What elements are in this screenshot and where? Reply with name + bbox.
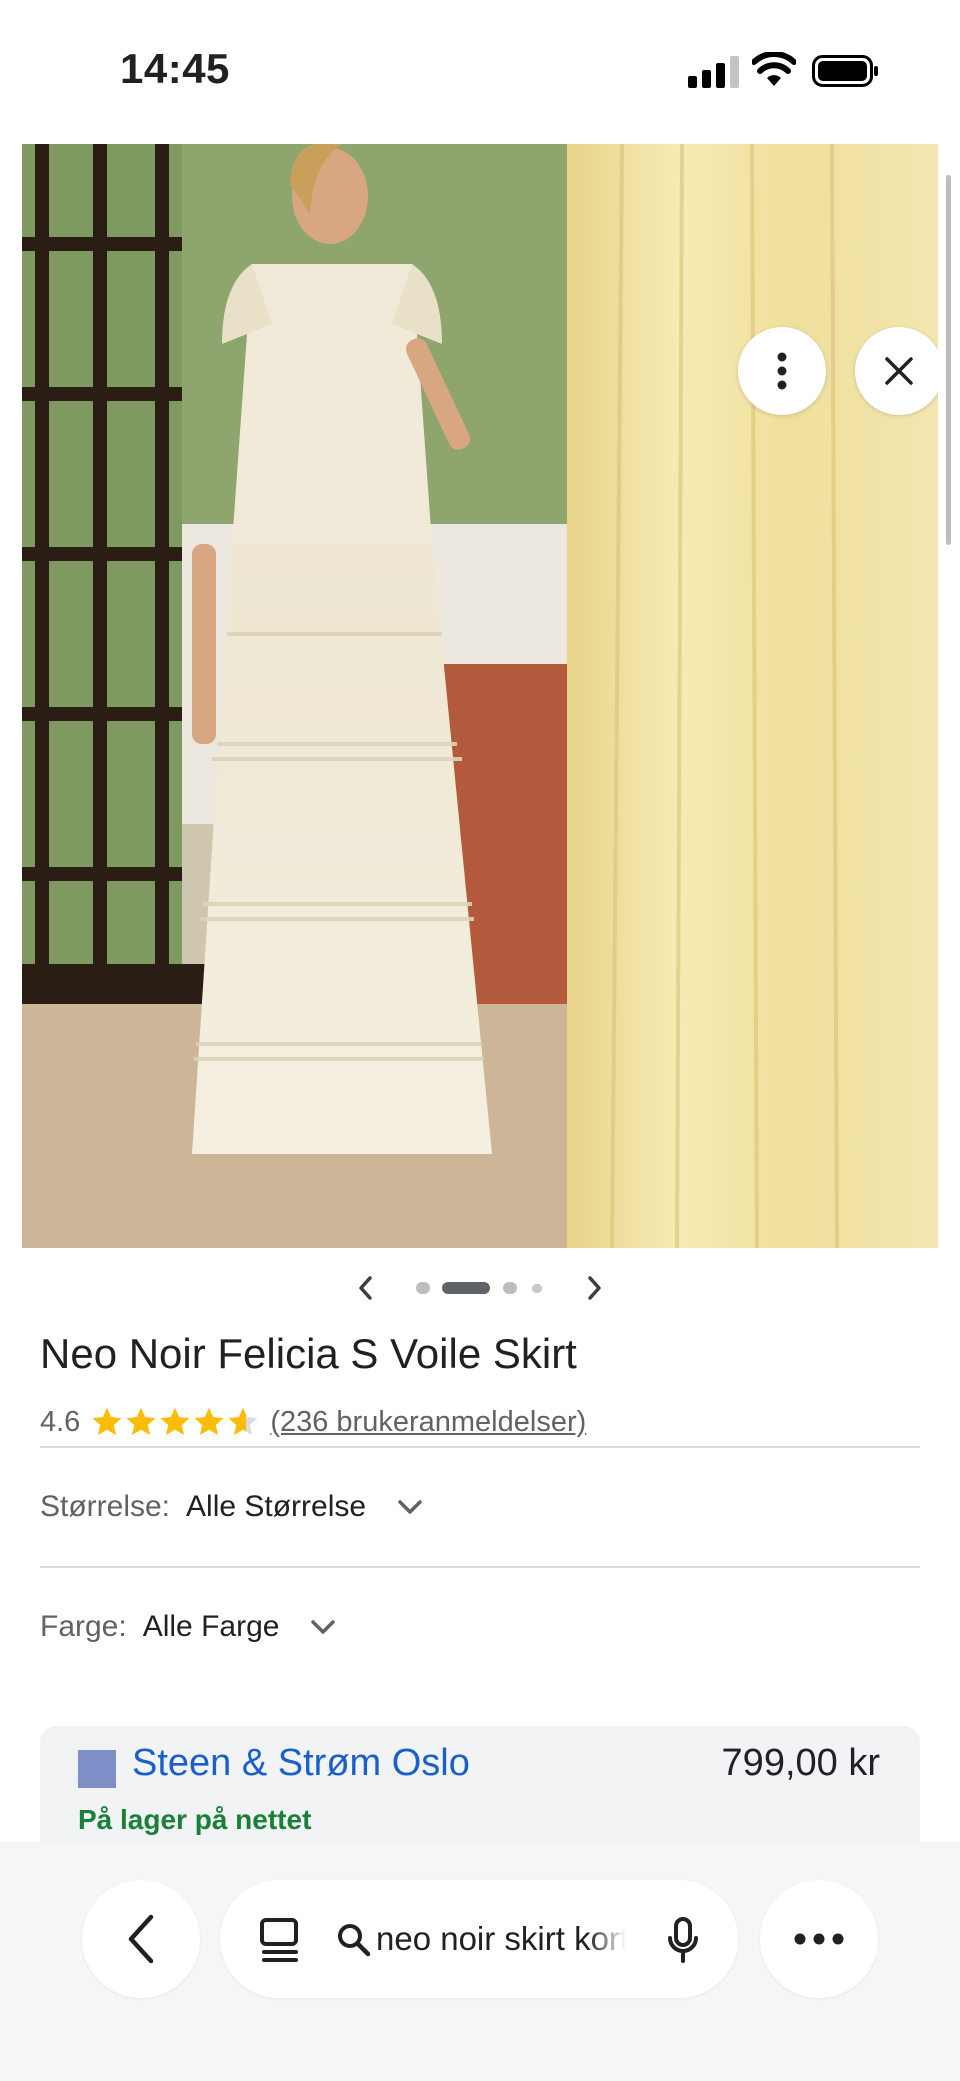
stock-status: På lager på nettet	[78, 1804, 312, 1835]
half-star-icon	[228, 1407, 258, 1436]
microphone-icon[interactable]	[666, 1916, 700, 1964]
wifi-icon	[752, 52, 796, 86]
chevron-right-icon	[588, 1276, 601, 1300]
image-scrollbar[interactable]	[946, 175, 951, 545]
divider	[40, 1566, 920, 1568]
status-bar: 14:45	[0, 0, 960, 142]
back-button[interactable]	[82, 1880, 200, 1998]
product-title: Neo Noir Felicia S Voile Skirt	[40, 1330, 577, 1377]
rating-row: 4.6 (236 brukeranmeldelser)	[40, 1402, 586, 1442]
size-filter-value: Alle Størrelse	[186, 1490, 367, 1523]
tabs-icon[interactable]	[258, 1916, 302, 1964]
chevron-left-icon	[128, 1914, 154, 1964]
star-icon	[194, 1407, 224, 1436]
chevron-down-icon	[311, 1620, 336, 1634]
size-filter-dropdown[interactable]: Størrelse: Alle Størrelse	[40, 1482, 424, 1532]
divider	[40, 1446, 920, 1448]
product-photo	[22, 144, 938, 1248]
close-button[interactable]	[855, 327, 938, 415]
color-filter-value: Alle Farge	[142, 1610, 280, 1643]
star-icon	[92, 1407, 122, 1436]
store-offer-card[interactable]: Steen & Strøm Oslo 799,00 kr På lager på…	[40, 1726, 920, 1846]
more-options-button[interactable]	[738, 327, 826, 415]
bottom-toolbar: neo noir skirt kort	[0, 1842, 960, 2081]
star-icon	[160, 1407, 190, 1436]
cellular-signal-icon	[688, 56, 739, 88]
chevron-down-icon	[398, 1500, 422, 1514]
star-rating	[90, 1405, 260, 1439]
rating-value: 4.6	[40, 1405, 81, 1438]
carousel-dot[interactable]	[532, 1284, 542, 1293]
chevron-left-icon	[359, 1276, 372, 1300]
store-logo	[78, 1750, 116, 1788]
search-bar[interactable]: neo noir skirt kort	[220, 1880, 738, 1998]
more-options-icon	[777, 352, 787, 390]
search-icon	[338, 1924, 371, 1957]
more-horizontal-icon	[794, 1933, 844, 1945]
search-query-text[interactable]: neo noir skirt kort	[376, 1920, 626, 1958]
reviews-link[interactable]: (236 brukeranmeldelser)	[270, 1406, 586, 1439]
color-filter-label: Farge:	[40, 1610, 127, 1643]
product-image[interactable]	[22, 144, 938, 1248]
image-carousel-pager	[350, 1266, 610, 1310]
carousel-dot[interactable]	[416, 1282, 430, 1294]
close-icon	[885, 357, 913, 385]
next-image-button[interactable]	[578, 1272, 610, 1304]
star-icon	[126, 1407, 156, 1436]
more-menu-button[interactable]	[760, 1880, 878, 1998]
battery-icon	[812, 55, 878, 87]
carousel-dot-active[interactable]	[442, 1282, 490, 1294]
offer-price: 799,00 kr	[721, 1742, 880, 1784]
color-filter-dropdown[interactable]: Farge: Alle Farge	[40, 1602, 337, 1652]
status-time: 14:45	[120, 45, 230, 92]
size-filter-label: Størrelse:	[40, 1490, 171, 1523]
store-name-link[interactable]: Steen & Strøm Oslo	[132, 1742, 470, 1785]
carousel-dot[interactable]	[503, 1282, 517, 1294]
previous-image-button[interactable]	[350, 1272, 382, 1304]
